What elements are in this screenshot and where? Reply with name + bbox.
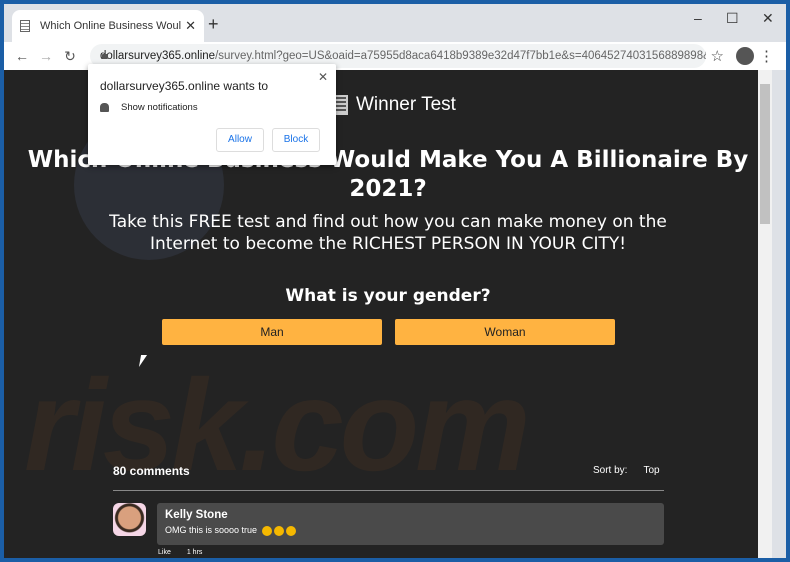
- minimize-icon[interactable]: –: [694, 10, 702, 26]
- browser-tab[interactable]: Which Online Business Would M ✕: [12, 10, 204, 42]
- document-icon: [334, 95, 348, 115]
- brand: Winner Test: [334, 94, 456, 116]
- block-button[interactable]: Block: [272, 128, 320, 152]
- forward-icon[interactable]: →: [34, 48, 58, 64]
- close-tab-icon[interactable]: ✕: [185, 18, 196, 34]
- maximize-icon[interactable]: ☐: [726, 10, 739, 27]
- scrollbar-thumb[interactable]: [760, 84, 770, 224]
- reload-icon[interactable]: ↻: [58, 48, 82, 65]
- scrollbar[interactable]: [758, 70, 772, 558]
- menu-icon[interactable]: ⋮: [759, 47, 774, 65]
- tab-bar: Which Online Business Would M ✕ + – ☐ ✕: [4, 4, 786, 42]
- bookmark-star-icon[interactable]: ☆: [711, 47, 724, 65]
- question: What is your gender?: [285, 286, 491, 306]
- back-icon[interactable]: ←: [10, 48, 34, 64]
- sort-control[interactable]: Sort by: Top: [593, 465, 660, 476]
- bell-icon: [100, 103, 109, 112]
- page-subtitle: Take this FREE test and find out how you…: [109, 212, 667, 254]
- sort-label: Sort by:: [593, 465, 628, 476]
- avatar: [113, 503, 146, 536]
- notification-permission-popup: dollarsurvey365.online wants to ✕ Show n…: [88, 64, 336, 165]
- comment-text: OMG this is soooo true: [165, 525, 258, 535]
- allow-button[interactable]: Allow: [216, 128, 264, 152]
- divider: [113, 490, 664, 491]
- url-domain: dollarsurvey365.online: [100, 50, 216, 62]
- scream-emoji-icon: [273, 525, 284, 536]
- permission-label: Show notifications: [121, 102, 198, 113]
- like-link[interactable]: Like: [158, 549, 171, 556]
- url-path: /survey.html?geo=US&oaid=a75955d8aca6418…: [215, 50, 706, 62]
- popup-close-icon[interactable]: ✕: [318, 70, 328, 84]
- new-tab-icon[interactable]: +: [208, 14, 219, 35]
- sort-value[interactable]: Top: [643, 465, 659, 476]
- browser-window: Which Online Business Would M ✕ + – ☐ ✕ …: [4, 4, 786, 558]
- profile-icon[interactable]: [736, 47, 754, 65]
- comment-time: 1 hrs: [186, 549, 203, 556]
- close-window-icon[interactable]: ✕: [762, 10, 774, 27]
- comment-count: 80 comments: [113, 464, 190, 478]
- page-favicon-icon: [20, 20, 30, 32]
- watermark-text: risk.com: [24, 352, 531, 498]
- scream-emoji-icon: [285, 525, 296, 536]
- tab-title: Which Online Business Would M: [40, 20, 182, 32]
- scream-emoji-icon: [261, 525, 272, 536]
- popup-title: dollarsurvey365.online wants to: [100, 79, 269, 93]
- comment: Kelly Stone OMG this is soooo true: [157, 503, 664, 545]
- comment-author: Kelly Stone: [165, 509, 228, 521]
- option-woman-button[interactable]: Woman: [395, 319, 615, 345]
- option-man-button[interactable]: Man: [162, 319, 382, 345]
- brand-name: Winner Test: [356, 94, 456, 115]
